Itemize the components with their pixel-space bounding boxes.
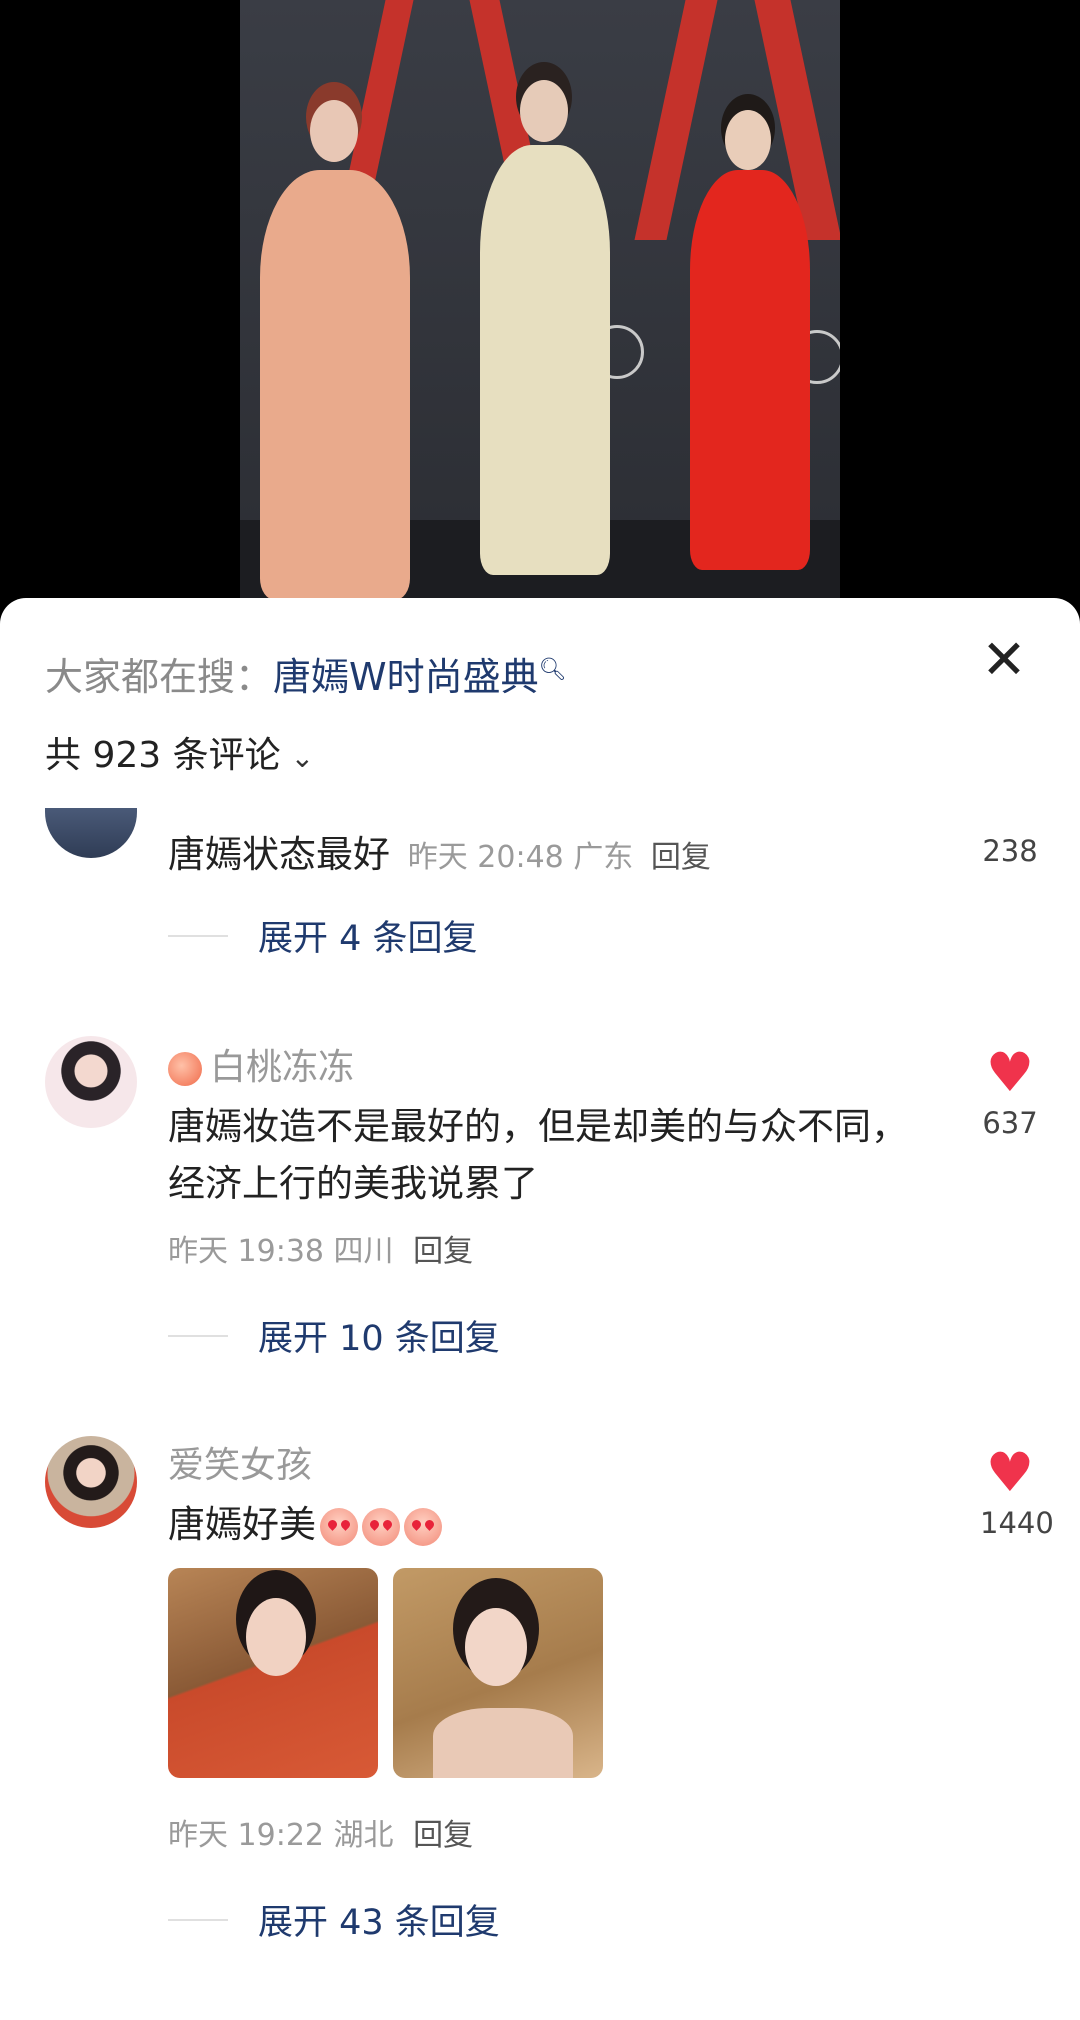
username-label: 白桃冻冻 — [210, 1047, 355, 1088]
heart-eyes-emoji-icon — [362, 1507, 400, 1546]
expand-replies-label: 展开 10 条回复 — [258, 1319, 500, 1359]
reply-button[interactable]: 回复 — [651, 840, 711, 875]
expand-replies-label: 展开 4 条回复 — [258, 919, 478, 959]
comment-sheet: 大家都在搜：唐嫣W时尚盛典🔍︎ ✕ 共 923 条评论 ⌄ 唐嫣状态最好 昨天 2… — [0, 598, 1080, 2020]
divider — [168, 934, 228, 937]
divider — [168, 1334, 228, 1337]
comment-count-label: 共 923 条评论 — [45, 735, 281, 776]
heart-eyes-emoji-icon — [320, 1507, 358, 1546]
comment-photo[interactable] — [393, 1568, 603, 1778]
person-pink-gown — [240, 0, 440, 600]
comment-item: 唐嫣状态最好 昨天 20:48 广东 回复 — [168, 826, 711, 886]
trending-prefix: 大家都在搜： — [45, 655, 274, 699]
like-button[interactable]: ♥ 1440 — [980, 1441, 1054, 1541]
video-frame[interactable] — [240, 0, 840, 600]
comment-text: 唐嫣状态最好 — [168, 833, 390, 876]
person-cream-gown — [450, 0, 650, 600]
expand-replies[interactable]: 展开 10 条回复 — [168, 1310, 500, 1361]
expand-replies[interactable]: 展开 43 条回复 — [168, 1894, 500, 1945]
username-label: 爱笑女孩 — [168, 1445, 313, 1486]
avatar[interactable] — [45, 1436, 137, 1528]
reply-button[interactable]: 回复 — [413, 1234, 473, 1269]
trending-query[interactable]: 唐嫣W时尚盛典 — [273, 655, 539, 699]
divider — [168, 1918, 228, 1921]
like-count: 637 — [982, 1106, 1038, 1140]
heart-icon: ♥ — [985, 1041, 1035, 1104]
chevron-down-icon: ⌄ — [290, 741, 315, 774]
comment-location: 四川 — [333, 1234, 394, 1269]
comment-time: 昨天 19:38 — [168, 1234, 324, 1269]
comment-item: 唐嫣好美 — [168, 1496, 908, 1553]
photo-subject-shoulders — [433, 1708, 573, 1778]
magnifier-icon: 🔍︎ — [538, 657, 567, 683]
photo-subject — [246, 1598, 306, 1676]
close-icon[interactable]: ✕ — [980, 633, 1028, 687]
comment-time: 昨天 20:48 — [407, 840, 564, 875]
comment-photo[interactable] — [168, 1568, 378, 1778]
like-count: 1440 — [980, 1506, 1054, 1540]
heart-eyes-emoji-icon — [404, 1507, 442, 1546]
comment-meta: 昨天 19:22 湖北 回复 — [168, 1810, 473, 1854]
expand-replies-label: 展开 43 条回复 — [258, 1903, 500, 1943]
comment-location: 广东 — [573, 840, 634, 875]
comment-time: 昨天 19:22 — [168, 1818, 324, 1853]
like-button[interactable]: 238 — [980, 834, 1040, 868]
comment-location: 湖北 — [333, 1818, 394, 1853]
avatar[interactable] — [45, 808, 137, 858]
username[interactable]: 白桃冻冻 — [168, 1038, 354, 1090]
comment-text: 唐嫣好美 — [168, 1503, 316, 1546]
peach-icon — [168, 1052, 202, 1086]
photo-subject — [465, 1608, 527, 1686]
comment-meta: 昨天 19:38 四川 回复 — [168, 1226, 473, 1270]
expand-replies[interactable]: 展开 4 条回复 — [168, 910, 478, 961]
username[interactable]: 爱笑女孩 — [168, 1436, 312, 1488]
comment-count[interactable]: 共 923 条评论 ⌄ — [45, 726, 314, 778]
comment-text: 唐嫣妆造不是最好的，但是却美的与众不同，经济上行的美我说累了 — [168, 1105, 908, 1205]
reply-button[interactable]: 回复 — [413, 1818, 473, 1853]
like-count: 238 — [982, 834, 1038, 868]
avatar[interactable] — [45, 1036, 137, 1128]
trending-search[interactable]: 大家都在搜：唐嫣W时尚盛典🔍︎ — [45, 646, 567, 701]
like-button[interactable]: ♥ 637 — [980, 1041, 1040, 1141]
heart-icon: ♥ — [985, 1441, 1035, 1504]
person-red-gown — [670, 0, 840, 600]
